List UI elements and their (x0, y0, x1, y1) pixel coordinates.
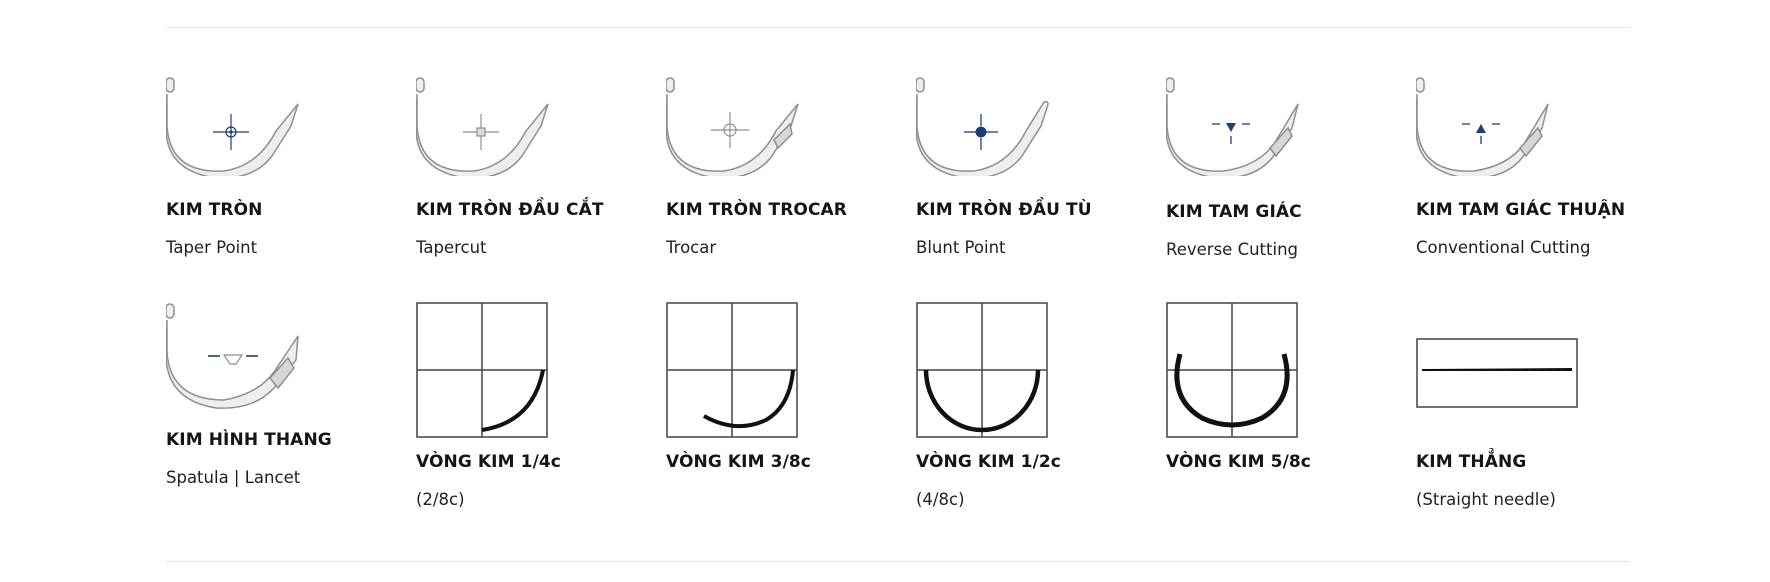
needle-type-subtitle: Spatula | Lancet (166, 468, 301, 487)
needle-curve-half: VÒNG KIM 1/2c (4/8c) (916, 302, 1146, 509)
needle-type-spatula-lancet: KIM HÌNH THANG Spatula | Lancet (166, 302, 396, 502)
needle-type-reverse-cutting: KIM TAM GIÁC Reverse Cutting (1166, 76, 1396, 266)
needle-type-title: KIM TRÒN ĐẦU TÙ (916, 200, 1092, 220)
needle-type-subtitle: Blunt Point (916, 238, 1006, 257)
needle-curve-subtitle: (4/8c) (916, 490, 965, 509)
needle-curve-title: VÒNG KIM 5/8c (1166, 452, 1311, 472)
tapercut-icon (416, 77, 549, 176)
needle-type-subtitle: Reverse Cutting (1166, 240, 1298, 259)
needle-curve-five-eighths: VÒNG KIM 5/8c (1166, 302, 1396, 502)
needle-type-title: KIM TRÒN (166, 200, 263, 220)
three-eighths-circle-curve-icon (666, 302, 798, 438)
taper-point-icon (166, 77, 299, 176)
needle-curve-title: KIM THẲNG (1416, 452, 1527, 472)
needle-curve-straight: KIM THẲNG (Straight needle) (1416, 302, 1646, 509)
spatula-lancet-icon (166, 303, 299, 409)
needle-curve-quarter: VÒNG KIM 1/4c (2/8c) (416, 302, 646, 509)
needle-curve-title: VÒNG KIM 1/4c (416, 452, 561, 472)
reverse-cutting-icon (1166, 77, 1299, 176)
needle-curve-subtitle: (Straight needle) (1416, 490, 1556, 509)
needle-type-title: KIM HÌNH THANG (166, 430, 332, 450)
quarter-circle-curve-icon (416, 302, 548, 438)
needle-type-subtitle: Taper Point (166, 238, 258, 257)
needle-curve-subtitle: (2/8c) (416, 490, 465, 509)
needle-type-title: KIM TAM GIÁC THUẬN (1416, 200, 1626, 220)
conventional-cutting-icon (1416, 77, 1549, 176)
needle-type-conventional-cutting: KIM TAM GIÁC THUẬN Conventional Cutting (1416, 76, 1646, 266)
top-divider (166, 27, 1630, 28)
straight-needle-icon (1416, 338, 1578, 408)
blunt-point-icon (916, 77, 1049, 176)
needle-curve-title: VÒNG KIM 3/8c (666, 452, 811, 472)
needle-type-trocar: KIM TRÒN TROCAR Trocar (666, 76, 896, 266)
needle-type-title: KIM TRÒN TROCAR (666, 200, 847, 220)
needle-type-title: KIM TRÒN ĐẦU CẮT (416, 200, 604, 220)
needle-type-subtitle: Conventional Cutting (1416, 238, 1591, 257)
trocar-icon (666, 77, 799, 176)
needle-type-subtitle: Trocar (666, 238, 717, 257)
needle-curve-three-eighths: VÒNG KIM 3/8c (666, 302, 896, 502)
needle-type-blunt-point: KIM TRÒN ĐẦU TÙ Blunt Point (916, 76, 1146, 266)
needle-type-title: KIM TAM GIÁC (1166, 202, 1302, 222)
five-eighths-circle-curve-icon (1166, 302, 1298, 438)
half-circle-curve-icon (916, 302, 1048, 438)
needle-curve-title: VÒNG KIM 1/2c (916, 452, 1061, 472)
needle-type-tapercut: KIM TRÒN ĐẦU CẮT Tapercut (416, 76, 646, 266)
bottom-divider (166, 561, 1630, 562)
needle-type-subtitle: Tapercut (416, 238, 487, 257)
needle-type-taper-point: KIM TRÒN Taper Point (166, 76, 396, 266)
